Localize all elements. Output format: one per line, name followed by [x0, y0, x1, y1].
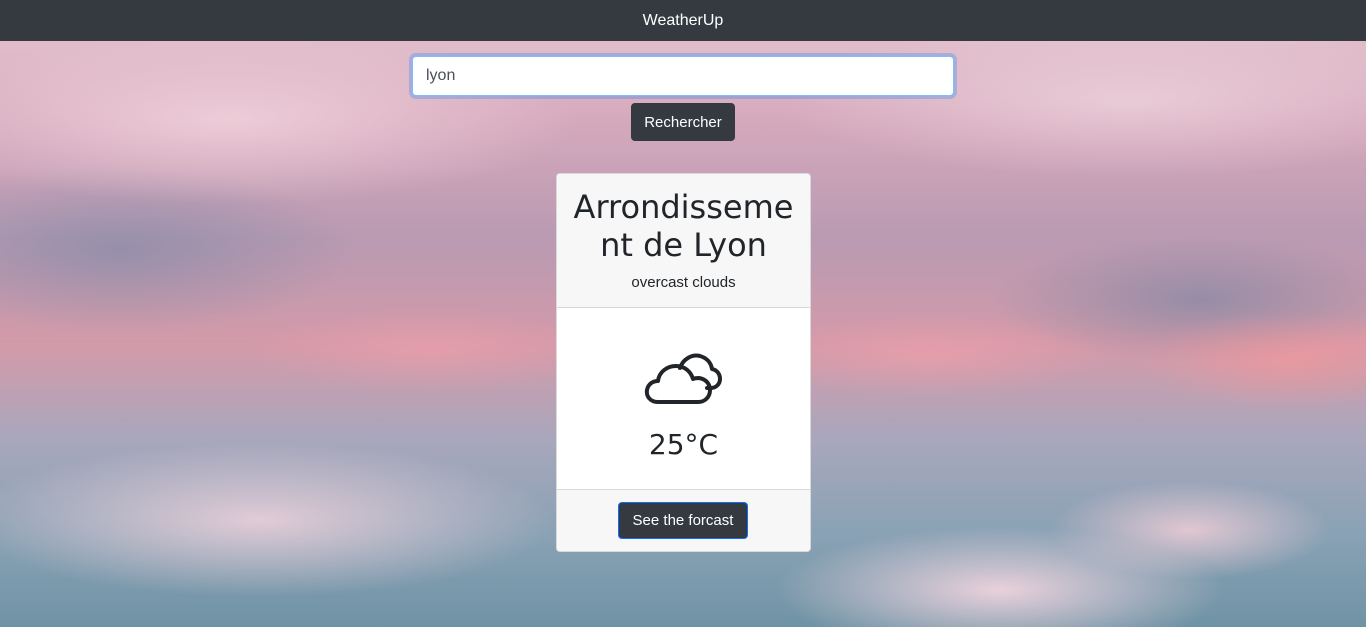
brand-title[interactable]: WeatherUp: [643, 12, 724, 30]
city-name: Arrondissement de Lyon: [573, 188, 794, 264]
search-button[interactable]: Rechercher: [631, 103, 735, 141]
temperature: 25°C: [648, 428, 719, 461]
weather-card: Arrondissement de Lyon overcast clouds 2…: [556, 173, 811, 552]
weather-description: overcast clouds: [631, 274, 736, 291]
card-body: 25°C: [557, 308, 810, 489]
card-header: Arrondissement de Lyon overcast clouds: [557, 174, 810, 308]
card-footer: See the forcast: [557, 489, 810, 551]
search-form: [412, 56, 954, 96]
clouds-icon: [644, 353, 722, 404]
search-input[interactable]: [412, 56, 954, 96]
navbar: WeatherUp: [0, 0, 1366, 41]
see-forecast-button[interactable]: See the forcast: [618, 502, 748, 539]
